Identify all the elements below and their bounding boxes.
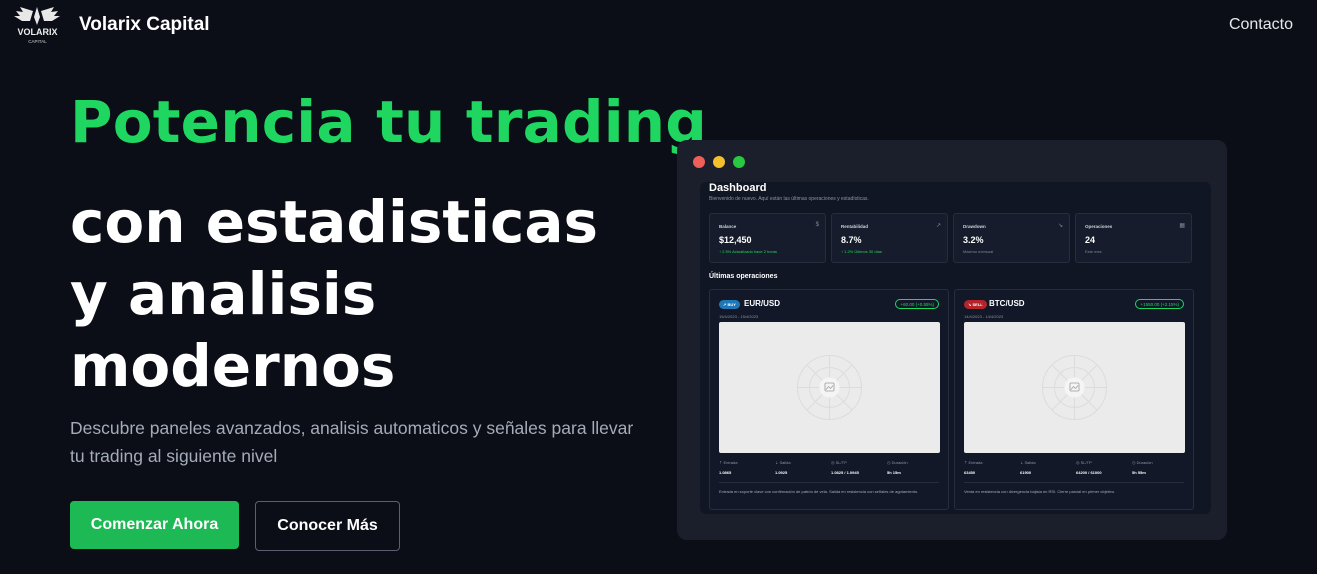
trade-metric-entry: ⇡ Entrada 63450 [964, 460, 983, 475]
divider [964, 482, 1184, 483]
trade-type-badge: ↗ BUY [719, 300, 740, 309]
dashboard-subtitle: Bienvenido de nuevo. Aquí están las últi… [709, 196, 869, 202]
learn-more-button[interactable]: Conocer Más [255, 501, 400, 551]
trade-pair: BTC/USD [989, 299, 1025, 308]
stat-value: 24 [1085, 235, 1096, 245]
clock-icon: ◷ [1132, 460, 1136, 465]
stat-note: Máximo mensual [963, 249, 994, 254]
exit-icon: ⇣ [1020, 460, 1024, 465]
arrow-up-icon: ↗ [723, 302, 727, 307]
dashboard-title: Dashboard [709, 182, 767, 194]
hero-headline-line: y analisis [70, 260, 377, 328]
trade-note: Venta en resistencia con divergencia baj… [964, 489, 1116, 494]
trade-dates: 14/4/2023 - 14/4/2023 [964, 314, 1004, 319]
stat-card-drawdown: Drawdown ↘ 3.2% Máximo mensual [953, 213, 1070, 263]
trade-note: Entrada en soporte clave con confirmació… [719, 489, 919, 494]
stat-value: 8.7% [841, 235, 862, 245]
hero-subtitle: Descubre paneles avanzados, analisis aut… [70, 418, 634, 466]
window-minimize-dot [713, 156, 725, 168]
trade-pnl-badge: +1550.00 (+2.15%) [1135, 299, 1184, 309]
stat-label: Drawdown [963, 224, 986, 229]
entry-icon: ⇡ [719, 460, 723, 465]
logo-wordmark: VOLARIX [17, 27, 57, 37]
dashboard-preview-window: Dashboard Bienvenido de nuevo. Aquí está… [677, 140, 1227, 540]
trade-card-btcusd: ↘ SELL BTC/USD +1550.00 (+2.15%) 14/4/20… [954, 289, 1194, 510]
hero-headline-line: con estadisticas [70, 188, 599, 256]
hero-headline: con estadisticas y analisis modernos [70, 186, 598, 402]
trade-pnl-badge: +60.00 (+0.55%) [895, 299, 939, 309]
trade-card-eurusd: ↗ BUY EUR/USD +60.00 (+0.55%) 15/4/2023 … [709, 289, 949, 510]
target-icon: ◎ [831, 460, 835, 465]
stat-value: $12,450 [719, 235, 752, 245]
trade-chart-placeholder [719, 322, 940, 453]
divider [719, 482, 939, 483]
arrow-down-icon: ↘ [968, 302, 972, 307]
image-placeholder-icon [1042, 355, 1107, 420]
trade-metric-sltp: ◎ SL/TP 64200 / 61000 [1076, 460, 1102, 475]
clock-icon: ◷ [887, 460, 891, 465]
hero-headline-accent: Potencia tu trading [70, 88, 707, 156]
trade-metric-duration: ◷ Duración 5h 15m [887, 460, 908, 475]
trade-metric-exit: ⇣ Salida 1.0925 [775, 460, 791, 475]
trade-chart-placeholder [964, 322, 1185, 453]
stat-value: 3.2% [963, 235, 984, 245]
start-now-button[interactable]: Comenzar Ahora [70, 501, 239, 549]
trend-up-icon: ↗ [935, 223, 941, 229]
nav-link-contact[interactable]: Contacto [1229, 16, 1293, 34]
dollar-icon: $ [815, 222, 819, 228]
stat-note: Este mes [1085, 249, 1102, 254]
trade-metric-exit: ⇣ Salida 61900 [1020, 460, 1036, 475]
trade-metric-duration: ◷ Duración 5h 55m [1132, 460, 1153, 475]
entry-icon: ⇡ [964, 460, 968, 465]
window-maximize-dot [733, 156, 745, 168]
trade-type-badge: ↘ SELL [964, 300, 987, 309]
trend-down-icon: ↘ [1057, 223, 1063, 229]
trade-metric-sltp: ◎ SL/TP 1.0825 / 1.0945 [831, 460, 859, 475]
brand-name[interactable]: Volarix Capital [79, 14, 210, 36]
exit-icon: ⇣ [775, 460, 779, 465]
stat-card-operaciones: Operaciones ▦ 24 Este mes [1075, 213, 1192, 263]
trade-metric-entry: ⇡ Entrada 1.0865 [719, 460, 738, 475]
stat-label: Rentabilidad [841, 224, 869, 229]
volarix-logo[interactable]: VOLARIX CAPITAL [10, 3, 65, 45]
stat-label: Operaciones [1085, 224, 1113, 229]
stat-label: Balance [719, 224, 737, 229]
image-placeholder-icon [797, 355, 862, 420]
trade-dates: 15/4/2023 - 15/4/2023 [719, 314, 759, 319]
dashboard-panel: Dashboard Bienvenido de nuevo. Aquí está… [700, 182, 1211, 514]
window-close-dot [693, 156, 705, 168]
stat-note: ↑ 2.5% Actualizado hace 2 horas [719, 249, 778, 254]
trade-pair: EUR/USD [744, 299, 781, 308]
calendar-icon: ▦ [1179, 223, 1185, 229]
stat-note: ↑ 1.2% Últimos 30 días [841, 249, 882, 254]
hero-headline-line: modernos [70, 332, 396, 400]
target-icon: ◎ [1076, 460, 1080, 465]
stat-card-balance: Balance $ $12,450 ↑ 2.5% Actualizado hac… [709, 213, 826, 263]
latest-trades-title: Últimas operaciones [709, 273, 778, 280]
wing-logo-icon: VOLARIX CAPITAL [14, 7, 60, 44]
stat-card-rentabilidad: Rentabilidad ↗ 8.7% ↑ 1.2% Últimos 30 dí… [831, 213, 948, 263]
logo-subtext: CAPITAL [28, 39, 47, 44]
